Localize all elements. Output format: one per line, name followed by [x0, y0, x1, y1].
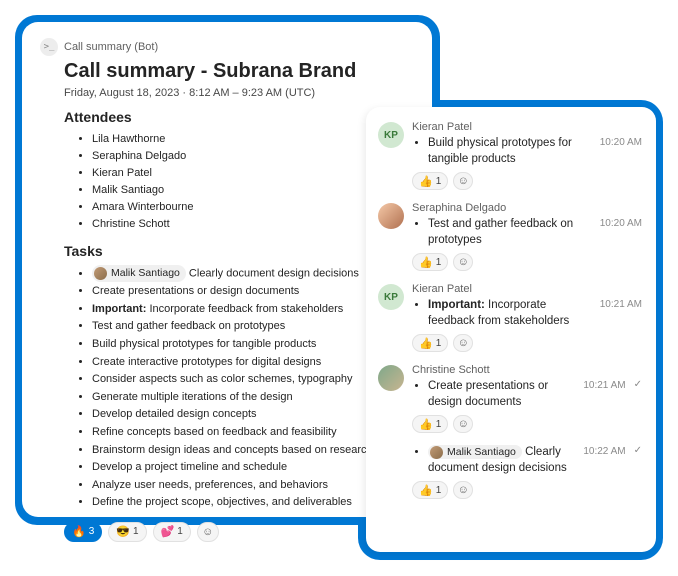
message-time: 10:20 AM — [600, 218, 642, 229]
fire-icon: 🔥 — [72, 525, 86, 538]
bot-label: Call summary (Bot) — [64, 41, 158, 53]
reaction-count: 1 — [177, 526, 183, 537]
reaction-count: 1 — [133, 526, 139, 537]
mention-name: Malik Santiago — [447, 445, 516, 459]
message-sender: Seraphina Delgado — [412, 202, 642, 214]
thumb-icon: 👍 — [419, 418, 433, 431]
bot-header: >_ Call summary (Bot) — [40, 38, 414, 56]
message-text: Create presentations or design documents — [428, 379, 575, 410]
reaction-thumb[interactable]: 👍1 — [412, 172, 448, 190]
reaction-count: 1 — [436, 338, 442, 349]
message-time: 10:22 AM — [583, 446, 625, 457]
task-text: Incorporate feedback from stakeholders — [146, 303, 343, 315]
avatar — [94, 267, 107, 280]
thumb-icon: 👍 — [419, 175, 433, 188]
chat-message: KP Kieran Patel Build physical prototype… — [378, 121, 642, 190]
thumb-icon: 👍 — [419, 484, 433, 497]
chat-message: Malik Santiago Clearly document design d… — [378, 445, 642, 499]
chat-message: Christine Schott Create presentations or… — [378, 364, 642, 433]
message-text: Build physical prototypes for tangible p… — [428, 136, 592, 167]
reaction-count: 1 — [436, 176, 442, 187]
read-check-icon: ✓ — [634, 445, 642, 456]
reaction-hearts[interactable]: 💕1 — [153, 522, 191, 542]
reactions-bar: 🔥3 😎1 💕1 ☺ — [64, 522, 414, 542]
reaction-thumb[interactable]: 👍1 — [412, 415, 448, 433]
add-reaction-button[interactable]: ☺ — [453, 334, 473, 352]
message-text: Malik Santiago Clearly document design d… — [428, 445, 575, 476]
reaction-count: 1 — [436, 257, 442, 268]
message-time: 10:21 AM — [600, 299, 642, 310]
add-reaction-button[interactable]: ☺ — [453, 172, 473, 190]
add-reaction-button[interactable]: ☺ — [453, 253, 473, 271]
cool-icon: 😎 — [116, 525, 130, 538]
avatar[interactable] — [378, 365, 404, 391]
reaction-count: 3 — [89, 526, 95, 537]
message-time: 10:21 AM — [583, 380, 625, 391]
message-sender: Kieran Patel — [412, 121, 642, 133]
message-time: 10:20 AM — [600, 137, 642, 148]
add-reaction-button[interactable]: ☺ — [197, 522, 219, 542]
add-reaction-button[interactable]: ☺ — [453, 415, 473, 433]
read-check-icon: ✓ — [634, 379, 642, 390]
add-reaction-button[interactable]: ☺ — [453, 481, 473, 499]
thumb-icon: 👍 — [419, 337, 433, 350]
reaction-count: 1 — [436, 419, 442, 430]
reaction-count: 1 — [436, 485, 442, 496]
reaction-fire[interactable]: 🔥3 — [64, 522, 102, 542]
mention-chip[interactable]: Malik Santiago — [428, 445, 522, 459]
message-sender: Kieran Patel — [412, 283, 642, 295]
tasks-heading: Tasks — [64, 243, 414, 259]
call-timestamp: Friday, August 18, 2023 · 8:12 AM – 9:23… — [64, 87, 414, 99]
mention-chip[interactable]: Malik Santiago — [92, 265, 186, 282]
avatar[interactable] — [378, 203, 404, 229]
thumb-icon: 👍 — [419, 256, 433, 269]
avatar — [430, 446, 443, 459]
message-text: Important: Incorporate feedback from sta… — [428, 298, 592, 329]
page-title: Call summary - Subrana Brand — [64, 60, 414, 83]
bot-icon: >_ — [40, 38, 58, 56]
attendees-heading: Attendees — [64, 109, 414, 125]
chat-message: KP Kieran Patel Important: Incorporate f… — [378, 283, 642, 352]
important-label: Important: — [92, 303, 146, 315]
avatar[interactable]: KP — [378, 284, 404, 310]
task-text: Clearly document design decisions — [186, 268, 359, 280]
avatar[interactable]: KP — [378, 122, 404, 148]
reaction-cool[interactable]: 😎1 — [108, 522, 146, 542]
reaction-thumb[interactable]: 👍1 — [412, 481, 448, 499]
mention-name: Malik Santiago — [111, 265, 180, 282]
reaction-thumb[interactable]: 👍1 — [412, 334, 448, 352]
reaction-thumb[interactable]: 👍1 — [412, 253, 448, 271]
important-label: Important: — [428, 299, 485, 311]
chat-card: KP Kieran Patel Build physical prototype… — [366, 107, 656, 552]
message-text: Test and gather feedback on prototypes — [428, 217, 592, 248]
chat-message: Seraphina Delgado Test and gather feedba… — [378, 202, 642, 271]
message-sender: Christine Schott — [412, 364, 642, 376]
hearts-icon: 💕 — [161, 525, 175, 538]
